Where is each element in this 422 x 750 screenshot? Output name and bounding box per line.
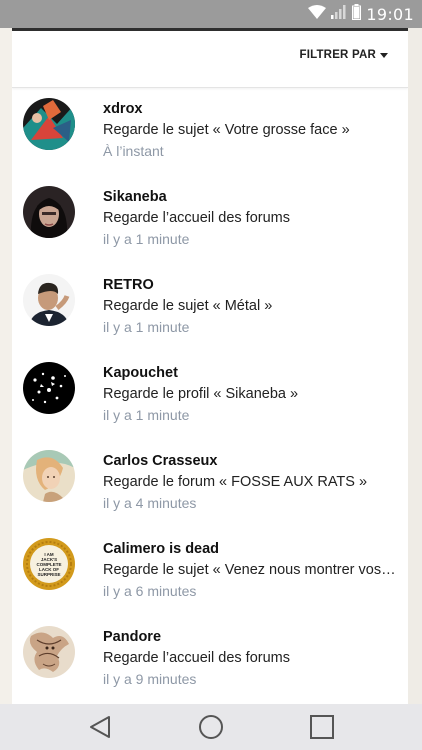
list-item: Pandore Regarde l’accueil des forums il … <box>12 616 408 704</box>
item-text: Pandore Regarde l’accueil des forums il … <box>103 627 400 690</box>
status-icons: 19:01 <box>308 3 414 25</box>
status-bar: 19:01 <box>0 0 422 28</box>
avatar[interactable] <box>23 186 75 238</box>
list-item: Kapouchet Regarde le profil « Sikaneba »… <box>12 352 408 440</box>
username[interactable]: Pandore <box>103 627 400 647</box>
avatar[interactable]: I AM JACK'S COMPLETE LACK OF SURPRISE <box>23 538 75 590</box>
username[interactable]: Kapouchet <box>103 363 400 383</box>
page-margin-left <box>0 28 12 704</box>
svg-text:SURPRISE: SURPRISE <box>37 572 60 577</box>
timestamp: À l’instant <box>103 143 164 159</box>
username[interactable]: Calimero is dead <box>103 539 400 559</box>
username[interactable]: RETRO <box>103 275 400 295</box>
item-text: Calimero is dead Regarde le sujet « Vene… <box>103 539 400 602</box>
activity-description[interactable]: Regarde le profil « Sikaneba » <box>103 383 400 405</box>
caret-down-icon <box>380 53 388 58</box>
home-icon[interactable] <box>196 712 226 742</box>
filter-button-label: FILTRER PAR <box>299 49 376 61</box>
list-item: Sikaneba Regarde l’accueil des forums il… <box>12 176 408 264</box>
list-item: Carlos Crasseux Regarde le forum « FOSSE… <box>12 440 408 528</box>
timestamp: il y a 1 minute <box>103 319 190 335</box>
item-text: Carlos Crasseux Regarde le forum « FOSSE… <box>103 451 400 514</box>
timestamp: il y a 6 minutes <box>103 583 197 599</box>
back-icon[interactable] <box>85 712 115 742</box>
timestamp: il y a 4 minutes <box>103 495 197 511</box>
wifi-icon <box>308 4 327 24</box>
status-time: 19:01 <box>366 4 414 24</box>
list-item: xdrox Regarde le sujet « Votre grosse fa… <box>12 88 408 176</box>
navigation-bar <box>0 704 422 750</box>
item-text: RETRO Regarde le sujet « Métal » il y a … <box>103 275 400 338</box>
avatar[interactable] <box>23 362 75 414</box>
battery-icon <box>352 3 362 25</box>
avatar[interactable] <box>23 450 75 502</box>
item-text: Sikaneba Regarde l’accueil des forums il… <box>103 187 400 250</box>
activity-description[interactable]: Regarde le sujet « Votre grosse face » <box>103 119 400 141</box>
item-text: xdrox Regarde le sujet « Votre grosse fa… <box>103 99 400 162</box>
list-item: RETRO Regarde le sujet « Métal » il y a … <box>12 264 408 352</box>
activity-description[interactable]: Regarde le sujet « Venez nous montrer vo… <box>103 559 400 581</box>
item-text: Kapouchet Regarde le profil « Sikaneba »… <box>103 363 400 426</box>
avatar[interactable] <box>23 98 75 150</box>
avatar[interactable] <box>23 626 75 678</box>
username[interactable]: Sikaneba <box>103 187 400 207</box>
username[interactable]: Carlos Crasseux <box>103 451 400 471</box>
avatar[interactable] <box>23 274 75 326</box>
filter-bar: FILTRER PAR <box>12 31 408 88</box>
timestamp: il y a 1 minute <box>103 231 190 247</box>
signal-icon <box>331 4 347 24</box>
username[interactable]: xdrox <box>103 99 400 119</box>
page-margin-right <box>408 28 422 704</box>
activity-list: xdrox Regarde le sujet « Votre grosse fa… <box>12 88 408 704</box>
recents-icon[interactable] <box>307 712 337 742</box>
timestamp: il y a 9 minutes <box>103 671 197 687</box>
activity-description[interactable]: Regarde le forum « FOSSE AUX RATS » <box>103 471 400 493</box>
activity-description[interactable]: Regarde l’accueil des forums <box>103 207 400 229</box>
timestamp: il y a 1 minute <box>103 407 190 423</box>
activity-description[interactable]: Regarde l’accueil des forums <box>103 647 400 669</box>
filter-button[interactable]: FILTRER PAR <box>299 49 388 61</box>
activity-card: FILTRER PAR xdrox Regarde le sujet « Vot… <box>12 28 408 704</box>
activity-description[interactable]: Regarde le sujet « Métal » <box>103 295 400 317</box>
list-item: I AM JACK'S COMPLETE LACK OF SURPRISE Ca… <box>12 528 408 616</box>
